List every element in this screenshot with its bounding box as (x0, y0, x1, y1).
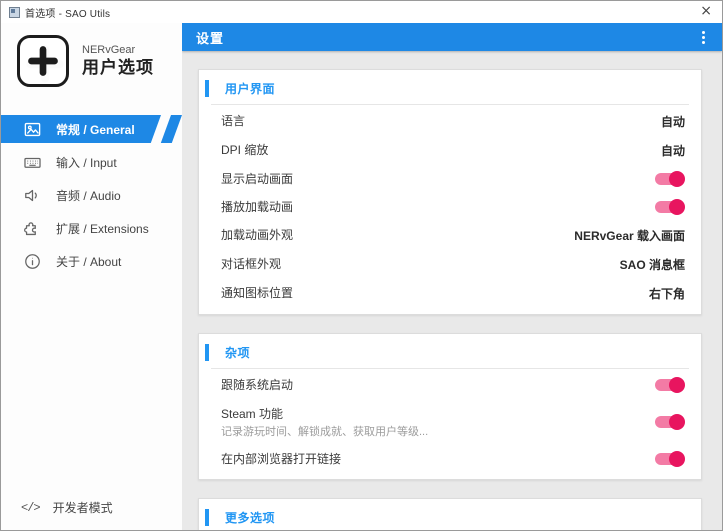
settings-content: 用户界面 语言 自动 DPI 缩放 自动 显示启动画面 播放加载动画 加载动画外… (182, 51, 722, 530)
speaker-icon (23, 186, 42, 205)
main-panel: 设置 用户界面 语言 自动 DPI 缩放 自动 显示启动画面 播放加载动画 加载… (182, 23, 722, 530)
section-accent-bar (205, 509, 209, 526)
divider (211, 368, 689, 369)
settings-title: 设置 (196, 30, 225, 46)
plus-icon (17, 35, 69, 87)
setting-sublabel: 记录游玩时间、解锁成就、获取用户等级... (221, 426, 429, 438)
card-more-options: 更多选项 定制启动器... 定制默认外观，重置所有设置 (198, 498, 702, 530)
brand-name: NERvGear (82, 44, 136, 56)
developer-mode-button[interactable]: </> 开发者模式 (1, 499, 182, 516)
logo-block: NERvGear 用户选项 (1, 23, 182, 87)
setting-row-autostart[interactable]: 跟随系统启动 (199, 371, 701, 399)
card-miscellaneous: 杂项 跟随系统启动 Steam 功能 记录游玩时间、解锁成就、获取用户等级...… (198, 333, 702, 480)
setting-value: NERvGear 载入画面 (574, 229, 685, 243)
setting-value: 自动 (660, 144, 685, 158)
developer-mode-label: 开发者模式 (52, 501, 113, 515)
app-icon (9, 6, 20, 18)
sidebar-item-label: 音频 / Audio (56, 188, 121, 203)
setting-value: 自动 (660, 115, 685, 129)
section-accent-bar (205, 80, 209, 97)
toggle-switch-on[interactable] (655, 199, 685, 215)
setting-value: 右下角 (648, 287, 685, 301)
sidebar-item-label: 扩展 / Extensions (56, 221, 149, 236)
sidebar-item-label: 关于 / About (56, 254, 122, 269)
info-icon (23, 252, 42, 271)
keyboard-icon (23, 153, 42, 172)
divider (211, 104, 689, 105)
toggle-switch-on[interactable] (655, 171, 685, 187)
sidebar-menu: 常规 / General 输入 / Input 音频 / Audio 扩展 / … (1, 115, 182, 280)
setting-row-dialog-style[interactable]: 对话框外观 SAO 消息框 (199, 250, 701, 279)
sidebar-item-general[interactable]: 常规 / General (1, 115, 182, 143)
setting-row-play-loading-anim[interactable]: 播放加载动画 (199, 193, 701, 221)
settings-header: 设置 (182, 23, 722, 51)
kebab-menu-icon[interactable] (696, 28, 710, 46)
sidebar-item-label: 常规 / General (56, 122, 135, 137)
sidebar-item-label: 输入 / Input (56, 155, 117, 170)
sidebar: NERvGear 用户选项 常规 / General 输入 / Input 音频… (1, 23, 182, 530)
setting-row-language[interactable]: 语言 自动 (199, 107, 701, 136)
sidebar-item-audio[interactable]: 音频 / Audio (1, 181, 182, 209)
toggle-switch-on[interactable] (655, 414, 685, 430)
sidebar-item-extensions[interactable]: 扩展 / Extensions (1, 214, 182, 242)
page-title: 用户选项 (82, 58, 154, 77)
setting-row-loading-anim-style[interactable]: 加载动画外观 NERvGear 载入画面 (199, 221, 701, 250)
section-accent-bar (205, 344, 209, 361)
code-icon: </> (21, 500, 41, 515)
sidebar-item-about[interactable]: 关于 / About (1, 247, 182, 275)
setting-row-notify-icon-pos[interactable]: 通知图标位置 右下角 (199, 279, 701, 308)
toggle-switch-on[interactable] (655, 451, 685, 467)
close-button[interactable]: × (700, 3, 712, 19)
card-user-interface: 用户界面 语言 自动 DPI 缩放 自动 显示启动画面 播放加载动画 加载动画外… (198, 69, 702, 315)
puzzle-icon (23, 219, 42, 238)
title-bar: 首选项 - SAO Utils × (1, 1, 722, 23)
setting-row-show-splash[interactable]: 显示启动画面 (199, 165, 701, 193)
image-icon (23, 120, 42, 139)
sidebar-item-input[interactable]: 输入 / Input (1, 148, 182, 176)
setting-value: SAO 消息框 (619, 258, 685, 272)
section-title: 用户界面 (225, 82, 276, 96)
setting-row-steam-features[interactable]: Steam 功能 记录游玩时间、解锁成就、获取用户等级... (199, 399, 701, 445)
preferences-window: 首选项 - SAO Utils × NERvGear 用户选项 常规 / Gen… (0, 0, 723, 531)
section-title: 杂项 (225, 346, 251, 360)
nervgear-logo (17, 35, 69, 87)
section-title: 更多选项 (225, 511, 276, 525)
setting-row-internal-browser[interactable]: 在内部浏览器打开链接 (199, 445, 701, 473)
setting-row-dpi-scaling[interactable]: DPI 缩放 自动 (199, 136, 701, 165)
toggle-switch-on[interactable] (655, 377, 685, 393)
window-title: 首选项 - SAO Utils (25, 8, 111, 20)
